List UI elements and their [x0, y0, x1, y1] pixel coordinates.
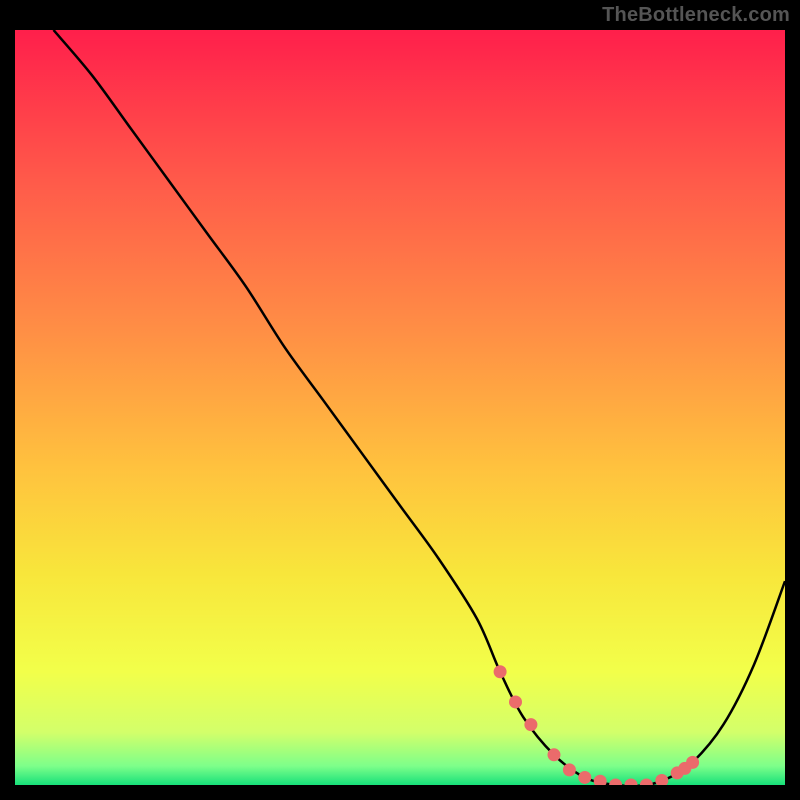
highlight-marker	[494, 665, 507, 678]
highlight-marker	[524, 718, 537, 731]
highlight-marker	[686, 756, 699, 769]
chart-svg	[15, 30, 785, 785]
highlight-marker	[548, 748, 561, 761]
chart-stage: TheBottleneck.com	[0, 0, 800, 800]
highlight-marker	[563, 763, 576, 776]
highlight-marker	[578, 771, 591, 784]
background-gradient	[15, 30, 785, 785]
highlight-marker	[509, 695, 522, 708]
bottleneck-chart	[15, 30, 785, 785]
watermark-text: TheBottleneck.com	[602, 4, 790, 27]
